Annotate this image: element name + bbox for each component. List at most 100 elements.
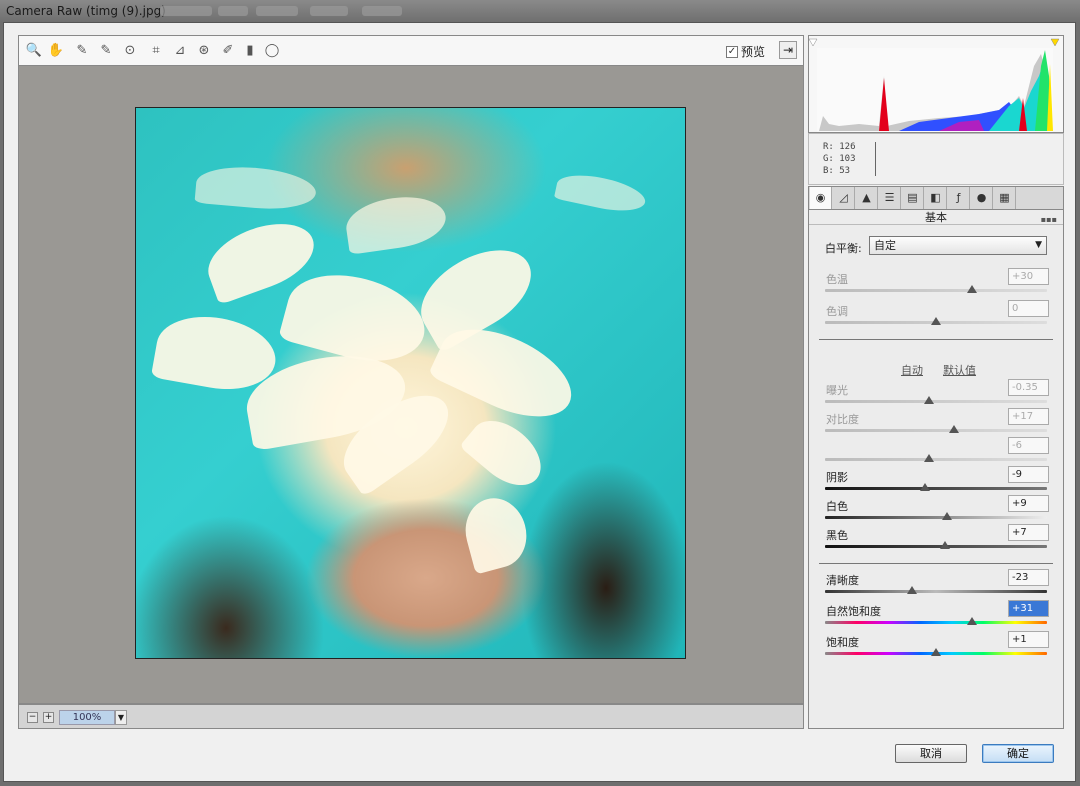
slider-thumb[interactable] [948,425,959,433]
slider-thumb[interactable] [931,317,941,325]
white-balance-select[interactable]: 自定 ▼ [869,236,1047,255]
slider-thumb[interactable] [966,617,977,625]
slider-track[interactable] [825,458,1047,461]
panel-title: 基本 ▪▪▪ [809,210,1063,225]
slider-thumb[interactable] [966,285,977,293]
slider-thumb[interactable] [939,541,950,549]
shadows-value[interactable]: -9 [1008,466,1049,483]
preview-image [135,107,686,659]
red-value: R: 126 [823,142,856,152]
vibrance-value[interactable]: +31 [1008,600,1049,617]
crop-tool-icon[interactable]: ⌗ [147,42,165,60]
blacks-label: 黑色 [826,529,848,542]
targeted-adjustment-tool-icon[interactable]: ⊙ [121,42,139,60]
hand-tool-icon[interactable]: ✋ [47,42,65,60]
tab-detail-icon[interactable]: ▲ [856,187,878,209]
blurred-tab [256,6,298,16]
tab-split-toning-icon[interactable]: ▤ [902,187,924,209]
blacks-value[interactable]: +7 [1008,524,1049,541]
adjustment-brush-icon[interactable]: ✐ [219,42,237,60]
slider-track[interactable] [825,487,1047,490]
window-title: Camera Raw (timg (9).jpg) [6,4,166,18]
window-titlebar: Camera Raw (timg (9).jpg) [0,0,1080,22]
zoom-in-icon[interactable]: + [43,712,54,723]
tool-bar: 🔍 ✋ ✎ ✎ ⊙ ⌗ ⊿ ⊛ ✐ ▮ ◯ ✓ 预览 ⇥ [18,35,804,66]
zoom-out-icon[interactable]: − [27,712,38,723]
white-balance-label: 白平衡: [825,242,862,255]
blurred-tab [362,6,402,16]
preview-label: 预览 [741,45,766,59]
spot-removal-tool-icon[interactable]: ⊛ [195,42,213,60]
tab-tone-curve-icon[interactable]: ◿ [833,187,855,209]
shadows-label: 阴影 [826,471,848,484]
color-sampler-tool-icon[interactable]: ✎ [97,42,115,60]
preview-checkbox[interactable]: ✓ 预览 [726,43,765,60]
tab-effects-icon[interactable]: ƒ [948,187,970,209]
contrast-value[interactable]: +17 [1008,408,1049,425]
fullscreen-toggle-icon[interactable]: ⇥ [779,41,797,59]
graduated-filter-icon[interactable]: ▮ [241,42,259,60]
rgb-readout: R: 126 G: 103 B: 53 [808,133,1064,185]
saturation-value[interactable]: +1 [1008,631,1049,648]
slider-thumb[interactable] [924,396,935,404]
vibrance-label: 自然饱和度 [826,605,881,618]
whites-label: 白色 [826,500,848,513]
tab-lens-icon[interactable]: ◧ [925,187,947,209]
blurred-tab [218,6,248,16]
panel-tabs: ◉ ◿ ▲ ☰ ▤ ◧ ƒ ● ▦ [808,186,1064,210]
white-balance-value: 自定 [874,239,896,252]
blurred-tab [160,6,212,16]
whites-value[interactable]: +9 [1008,495,1049,512]
status-bar: − + 100% ▼ [18,704,804,729]
slider-thumb[interactable] [931,648,941,656]
blue-value: B: 53 [823,166,851,176]
slider-thumb[interactable] [919,483,930,491]
tab-basic-icon[interactable]: ◉ [810,187,832,209]
panel-title-text: 基本 [925,211,947,224]
tint-value[interactable]: 0 [1008,300,1049,317]
exposure-value[interactable]: -0.35 [1008,379,1049,396]
default-link[interactable]: 默认值 [943,362,976,378]
straighten-tool-icon[interactable]: ⊿ [171,42,189,60]
slider-thumb[interactable] [906,586,917,594]
zoom-level-field[interactable]: 100% [59,710,115,725]
tab-camera-calibration-icon[interactable]: ● [971,187,993,209]
histogram [808,35,1064,133]
ok-button[interactable]: 确定 [982,744,1054,763]
slider-track[interactable] [825,429,1047,432]
slider-thumb[interactable] [942,512,953,520]
tab-presets-icon[interactable]: ▦ [994,187,1016,209]
slider-thumb[interactable] [924,454,935,462]
image-canvas[interactable] [18,66,804,704]
temperature-label: 色温 [826,273,848,286]
blurred-tab [310,6,348,16]
auto-link[interactable]: 自动 [901,362,923,378]
divider [819,339,1053,340]
contrast-label: 对比度 [826,413,859,426]
divider [819,563,1053,564]
slider-track[interactable] [825,590,1047,593]
slider-track[interactable] [825,400,1047,403]
checkbox-icon[interactable]: ✓ [726,45,738,58]
saturation-label: 饱和度 [826,636,859,649]
chevron-down-icon[interactable]: ▼ [115,710,127,725]
white-balance-tool-icon[interactable]: ✎ [73,42,91,60]
camera-raw-dialog: 🔍 ✋ ✎ ✎ ⊙ ⌗ ⊿ ⊛ ✐ ▮ ◯ ✓ 预览 ⇥ − + 100% ▼ … [3,22,1076,782]
tint-label: 色调 [826,305,848,318]
chevron-down-icon: ▼ [1035,240,1042,250]
divider [875,142,876,176]
cancel-button[interactable]: 取消 [895,744,967,763]
basic-panel: 基本 ▪▪▪ 白平衡: 自定 ▼ 色温 +30 色调 0 自动 默认值 曝光 -… [808,210,1064,729]
radial-filter-icon[interactable]: ◯ [263,42,281,60]
slider-track[interactable] [825,516,1047,519]
slider-track[interactable] [825,289,1047,292]
panel-menu-icon[interactable]: ▪▪▪ [1041,212,1057,227]
clarity-value[interactable]: -23 [1008,569,1049,586]
slider-track[interactable] [825,545,1047,548]
zoom-tool-icon[interactable]: 🔍 [25,42,43,60]
highlights-value[interactable]: -6 [1008,437,1049,454]
slider-track[interactable] [825,621,1047,624]
tab-hsl-icon[interactable]: ☰ [879,187,901,209]
temperature-value[interactable]: +30 [1008,268,1049,285]
exposure-label: 曝光 [826,384,848,397]
